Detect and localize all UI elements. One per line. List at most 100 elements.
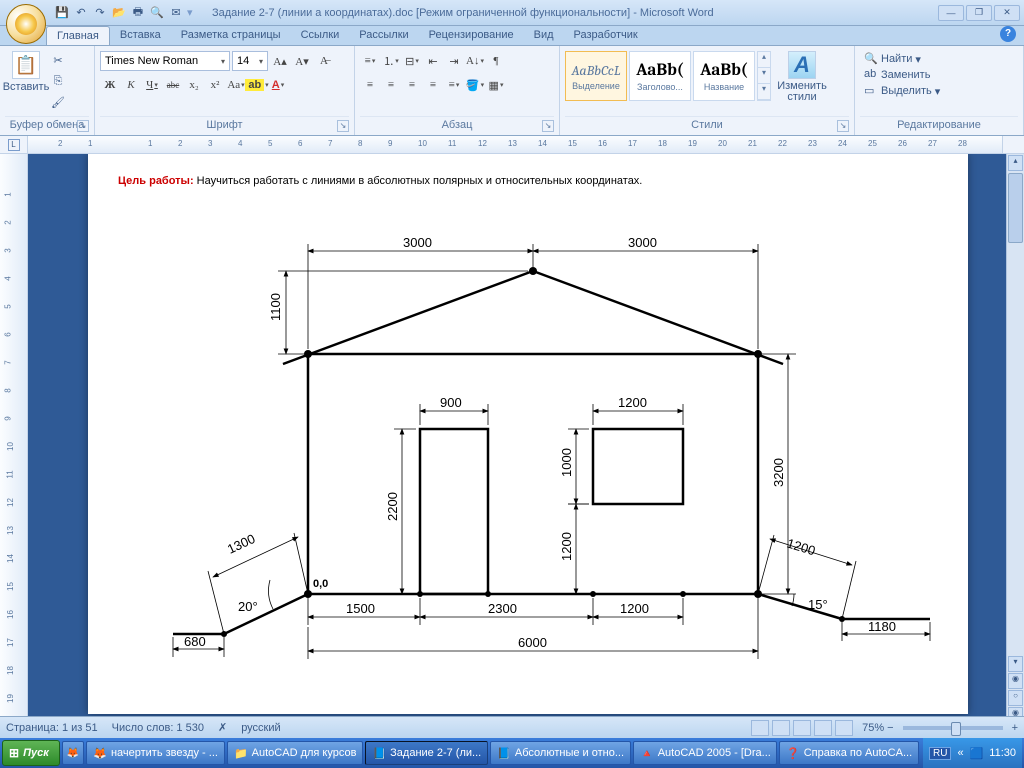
zoom-value[interactable]: 75%	[862, 722, 884, 734]
browse-object-icon[interactable]: ○	[1008, 690, 1023, 706]
bullets-icon[interactable]: ≡	[360, 51, 380, 71]
clear-format-icon[interactable]: A̶	[314, 51, 334, 71]
font-launcher-icon[interactable]: ↘	[337, 120, 349, 132]
scroll-down-icon[interactable]: ▾	[1008, 656, 1023, 672]
tab-insert[interactable]: Вставка	[110, 26, 171, 45]
formatpainter-icon[interactable]: 🖌	[49, 93, 67, 111]
para-launcher-icon[interactable]: ↘	[542, 120, 554, 132]
page-status[interactable]: Страница: 1 из 51	[6, 722, 98, 734]
align-center-icon[interactable]: ≡	[381, 75, 401, 95]
multilevel-icon[interactable]: ⊟	[402, 51, 422, 71]
font-color-button[interactable]: A	[268, 75, 288, 95]
zoom-slider[interactable]	[903, 726, 1003, 730]
word-count[interactable]: Число слов: 1 530	[112, 722, 204, 734]
outdent-icon[interactable]: ⇤	[423, 51, 443, 71]
tab-pagelayout[interactable]: Разметка страницы	[171, 26, 291, 45]
vertical-scrollbar[interactable]: ▴ ▾ ◉ ○ ◉	[1006, 154, 1024, 724]
preview-icon[interactable]: 🔍	[149, 5, 165, 21]
taskbar-item[interactable]: 📁AutoCAD для курсов	[227, 741, 363, 765]
shading-icon[interactable]: 🪣	[465, 75, 485, 95]
help-icon[interactable]: ?	[1000, 26, 1016, 42]
indent-icon[interactable]: ⇥	[444, 51, 464, 71]
styles-launcher-icon[interactable]: ↘	[837, 120, 849, 132]
showmarks-icon[interactable]: ¶	[486, 51, 506, 71]
print-layout-view-icon[interactable]	[751, 720, 769, 736]
draft-view-icon[interactable]	[835, 720, 853, 736]
font-size-combo[interactable]: 14▾	[232, 51, 268, 71]
tab-review[interactable]: Рецензирование	[419, 26, 524, 45]
outline-view-icon[interactable]	[814, 720, 832, 736]
document-area[interactable]: Цель работы: Научиться работать с линиям…	[28, 154, 1006, 724]
clipboard-launcher-icon[interactable]: ↘	[77, 120, 89, 132]
start-button[interactable]: Пуск	[2, 740, 60, 766]
language-status[interactable]: русский	[241, 722, 280, 734]
office-button[interactable]	[6, 4, 46, 44]
fullscreen-view-icon[interactable]	[772, 720, 790, 736]
align-left-icon[interactable]: ≡	[360, 75, 380, 95]
find-button[interactable]: 🔍Найти ▾	[864, 52, 921, 66]
style-item-heading[interactable]: AaBb(Заголово...	[629, 51, 691, 101]
taskbar-item[interactable]: 📘Абсолютные и отно...	[490, 741, 631, 765]
cut-icon[interactable]: ✂	[49, 51, 67, 69]
ruler-toggle-icon[interactable]: L	[8, 139, 20, 151]
taskbar-item[interactable]: 🦊начертить звезду - ...	[86, 741, 225, 765]
replace-button[interactable]: abЗаменить	[864, 68, 930, 82]
qat-dropdown-icon[interactable]: ▾	[187, 6, 192, 19]
highlight-button[interactable]: ab	[247, 75, 267, 95]
shrink-font-icon[interactable]: A▾	[292, 51, 312, 71]
justify-icon[interactable]: ≡	[423, 75, 443, 95]
tray-expand-icon[interactable]: «	[957, 747, 963, 759]
strike-button[interactable]: abc	[163, 75, 183, 95]
horizontal-ruler[interactable]: L 21123456789101112131415161718192021222…	[0, 136, 1024, 154]
quickprint-icon[interactable]: 🖶	[130, 5, 146, 21]
scroll-up-icon[interactable]: ▴	[1008, 155, 1023, 171]
change-styles-button[interactable]: A Изменить стили	[773, 51, 831, 103]
tab-home[interactable]: Главная	[46, 26, 110, 45]
minimize-button[interactable]: —	[938, 5, 964, 21]
superscript-button[interactable]: x²	[205, 75, 225, 95]
select-button[interactable]: ▭Выделить ▾	[864, 84, 940, 98]
open-icon[interactable]: 📂	[111, 5, 127, 21]
taskbar-item[interactable]: 🔺AutoCAD 2005 - [Dra...	[633, 741, 777, 765]
numbering-icon[interactable]: ⒈	[381, 51, 401, 71]
undo-icon[interactable]: ↶	[73, 5, 89, 21]
subscript-button[interactable]: x₂	[184, 75, 204, 95]
underline-button[interactable]: Ч	[142, 75, 162, 95]
font-family-combo[interactable]: Times New Roman▾	[100, 51, 230, 71]
save-icon[interactable]: 💾	[54, 5, 70, 21]
scroll-thumb[interactable]	[1008, 173, 1023, 243]
style-item-emphasis[interactable]: AaBbCcLВыделение	[565, 51, 627, 101]
change-case-button[interactable]: Aa	[226, 75, 246, 95]
align-right-icon[interactable]: ≡	[402, 75, 422, 95]
language-indicator[interactable]: RU	[929, 747, 951, 760]
italic-button[interactable]: К	[121, 75, 141, 95]
restore-button[interactable]: ❐	[966, 5, 992, 21]
vertical-ruler[interactable]: 1234567891011121314151617181920	[0, 154, 28, 724]
zoom-in-icon[interactable]: +	[1012, 722, 1018, 734]
mail-icon[interactable]: ✉	[168, 5, 184, 21]
borders-icon[interactable]: ▦	[486, 75, 506, 95]
style-item-title[interactable]: AaBb(Название	[693, 51, 755, 101]
tray-icon[interactable]: 🟦	[970, 747, 984, 760]
spell-check-icon[interactable]: ✗	[218, 721, 227, 734]
copy-icon[interactable]: ⎘	[49, 72, 67, 90]
style-gallery-scroll[interactable]: ▴▾▾	[757, 51, 771, 101]
grow-font-icon[interactable]: A▴	[270, 51, 290, 71]
web-layout-view-icon[interactable]	[793, 720, 811, 736]
sort-icon[interactable]: A↓	[465, 51, 485, 71]
paste-button[interactable]: 📋 Вставить	[5, 51, 47, 93]
prev-page-icon[interactable]: ◉	[1008, 673, 1023, 689]
clock[interactable]: 11:30	[989, 747, 1016, 759]
tab-mailings[interactable]: Рассылки	[349, 26, 418, 45]
line-spacing-icon[interactable]: ≡	[444, 75, 464, 95]
tab-developer[interactable]: Разработчик	[564, 26, 648, 45]
quicklaunch-icon[interactable]: 🦊	[62, 741, 84, 765]
close-button[interactable]: ✕	[994, 5, 1020, 21]
bold-button[interactable]: Ж	[100, 75, 120, 95]
taskbar-item[interactable]: ❓Справка по AutoCA...	[779, 741, 919, 765]
taskbar-item[interactable]: 📘Задание 2-7 (ли...	[365, 741, 488, 765]
tab-references[interactable]: Ссылки	[291, 26, 350, 45]
show-ruler-icon[interactable]	[1002, 136, 1024, 153]
zoom-out-icon[interactable]: −	[887, 722, 893, 734]
tab-view[interactable]: Вид	[524, 26, 564, 45]
